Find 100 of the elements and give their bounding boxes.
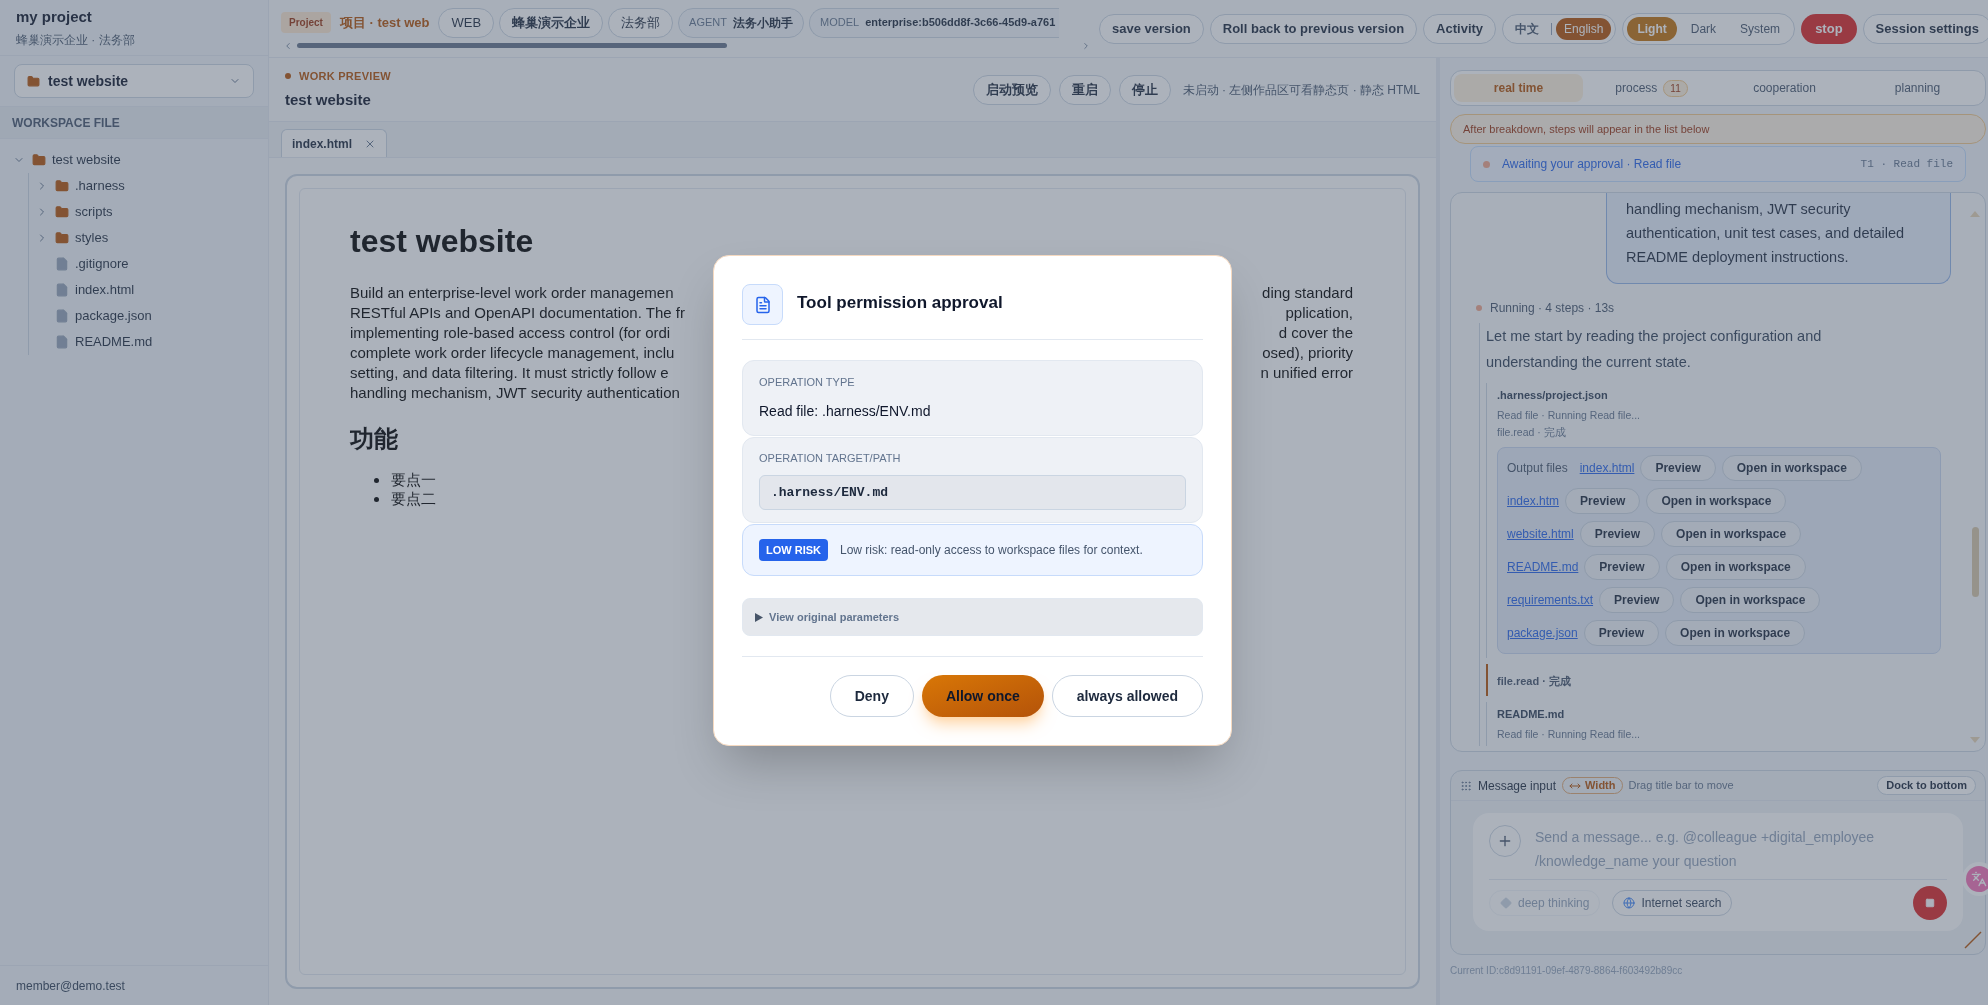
panel-title: Message input (1478, 777, 1557, 795)
language-option[interactable]: 中文 (1507, 17, 1548, 40)
tree-item[interactable]: index.html (75, 280, 135, 300)
dialog-button[interactable]: always allowed (1051, 675, 1203, 717)
preview-title: test website (285, 89, 372, 110)
globe-icon (1623, 897, 1636, 909)
resize-handle-icon[interactable] (1963, 930, 1983, 950)
preview-file-button[interactable]: Preview (1583, 620, 1660, 646)
scrollbar-thumb[interactable] (1971, 527, 1979, 597)
language-option[interactable]: English (1556, 17, 1612, 40)
scroll-down-icon[interactable] (1970, 737, 1980, 743)
panel-tab[interactable]: cooperation (1720, 74, 1849, 102)
bullet-icon (374, 478, 379, 483)
context-chip[interactable]: 蜂巢演示企业 (499, 7, 604, 38)
folder-icon (32, 153, 46, 167)
tree-item[interactable]: test website (52, 150, 121, 170)
tree-item[interactable]: styles (75, 228, 109, 248)
approval-status[interactable]: Awaiting your approval · Read file T1 · Read file (1470, 146, 1966, 182)
file-link[interactable]: package.json (1507, 624, 1578, 642)
agent-label: AGENT (689, 15, 727, 31)
folder-icon (55, 205, 69, 219)
file-icon (55, 283, 69, 297)
theme-option[interactable]: System (1730, 16, 1791, 41)
step-result: file.read · 完成 (1497, 425, 1567, 441)
scroll-left-icon[interactable] (283, 40, 293, 51)
file-link[interactable]: README.md (1507, 558, 1579, 576)
toolbar-button[interactable]: Activity (1423, 13, 1497, 44)
tree-item[interactable]: package.json (75, 306, 152, 326)
file-link[interactable]: index.htm (1507, 492, 1560, 510)
tree-item[interactable]: .harness (75, 176, 125, 196)
scroll-right-icon[interactable] (1081, 40, 1091, 51)
open-in-workspace-button[interactable]: Open in workspace (1661, 521, 1802, 547)
file-icon (55, 335, 69, 349)
operation-type: Read file: .harness/ENV.md (759, 401, 932, 421)
target-path: .harness/ENV.md (759, 475, 1186, 510)
open-in-workspace-button[interactable]: Open in workspace (1665, 554, 1806, 580)
dialog-button[interactable]: Deny (829, 675, 914, 717)
type-chip[interactable]: WEB (438, 7, 495, 38)
open-in-workspace-button[interactable]: Open in workspace (1646, 488, 1787, 514)
dock-to-bottom-button[interactable]: Dock to bottom (1877, 776, 1976, 795)
triangle-right-icon (755, 612, 763, 622)
workspace-select[interactable]: test website (14, 64, 254, 98)
panel-tab[interactable]: planning (1853, 74, 1982, 102)
folder-icon (55, 231, 69, 245)
dialog-button[interactable]: Allow once (921, 675, 1044, 717)
preview-file-button[interactable]: Preview (1599, 587, 1675, 613)
preview-file-button[interactable]: Preview (1565, 488, 1641, 514)
theme-option[interactable]: Dark (1680, 16, 1727, 41)
toolbar-button[interactable]: Roll back to previous version (1209, 13, 1418, 44)
context-chip[interactable]: 法务部 (608, 7, 674, 38)
user-email: member@demo.test (16, 977, 125, 995)
preview-file-button[interactable]: Preview (1584, 554, 1660, 580)
agent-name: 法务小助手 (733, 14, 793, 32)
file-link[interactable]: index.html (1579, 459, 1635, 477)
preview-file-button[interactable]: Preview (1640, 455, 1716, 481)
tree-item[interactable]: README.md (75, 332, 153, 352)
stop-button[interactable]: stop (1801, 13, 1857, 44)
open-in-workspace-button[interactable]: Open in workspace (1680, 587, 1821, 613)
drag-handle-icon[interactable] (1460, 779, 1472, 792)
project-badge: Project (281, 12, 331, 33)
file-tab[interactable]: index.html (281, 129, 387, 157)
model-label: MODEL (820, 15, 860, 31)
stop-generating-button[interactable] (1913, 886, 1947, 920)
open-in-workspace-button[interactable]: Open in workspace (1721, 455, 1862, 481)
panel-tab[interactable]: process 11 (1587, 74, 1716, 102)
panel-tab[interactable]: real time (1454, 74, 1583, 102)
output-files-label: Output files (1507, 460, 1568, 477)
agent-chip[interactable]: AGENT 法务小助手 (678, 7, 804, 38)
step-path: README.md (1497, 707, 1566, 722)
document-icon (753, 295, 772, 314)
preview-button[interactable]: 停止 (1118, 74, 1171, 105)
file-icon (55, 309, 69, 323)
file-link[interactable]: website.html (1507, 525, 1574, 543)
open-in-workspace-button[interactable]: Open in workspace (1665, 620, 1806, 646)
risk-badge: LOW RISK (759, 538, 828, 562)
preview-button[interactable]: 重启 (1058, 74, 1111, 105)
file-link[interactable]: requirements.txt (1507, 591, 1594, 609)
step-status: file.read · 完成 (1497, 675, 1571, 687)
project-title: my project (16, 7, 93, 28)
view-parameters-toggle[interactable]: View original parameters (742, 598, 1203, 636)
toolbar-button[interactable]: save version (1099, 13, 1204, 44)
message-field[interactable]: Send a message... e.g. @colleague +digital_employee /knowledge_name your question (1535, 825, 1947, 873)
user-message: handling mechanism, JWT security authentication, unit test cases, and detailed README deployment instructions. (1606, 193, 1951, 284)
file-icon (55, 257, 69, 271)
scroll-up-icon[interactable] (1970, 211, 1980, 217)
bullet-item: 要点一 (391, 470, 436, 491)
bullet-icon (374, 497, 379, 502)
scrollbar-thumb[interactable] (297, 43, 727, 48)
paragraph-text: Build an enterprise-level work order managemen RESTful APIs and OpenAPI documentation. The fr implementing role-based access control (for ordi complete work order lifecycle management, inclu setting, and data filtering. It must strictly follow e handling mechanism, JWT security authentication (350, 283, 685, 403)
session-settings-button[interactable]: Session settings (1862, 13, 1988, 44)
preview-file-button[interactable]: Preview (1579, 521, 1656, 547)
model-chip[interactable]: MODEL enterprise:b506dd8f-3c66-45d9-a761 (809, 7, 1060, 38)
theme-option[interactable]: Light (1627, 16, 1677, 41)
risk-text: Low risk: read-only access to workspace files for context. (840, 542, 1143, 559)
preview-button[interactable]: 启动预览 (972, 74, 1051, 105)
tree-item[interactable]: scripts (75, 202, 113, 222)
project-subtitle: 蜂巢演示企业 · 法务部 (16, 31, 136, 49)
plus-icon (1497, 833, 1513, 849)
preview-status: 未启动 · 左侧作品区可看静态页 · 静态 HTML (1182, 81, 1420, 99)
tree-item[interactable]: .gitignore (75, 254, 129, 274)
